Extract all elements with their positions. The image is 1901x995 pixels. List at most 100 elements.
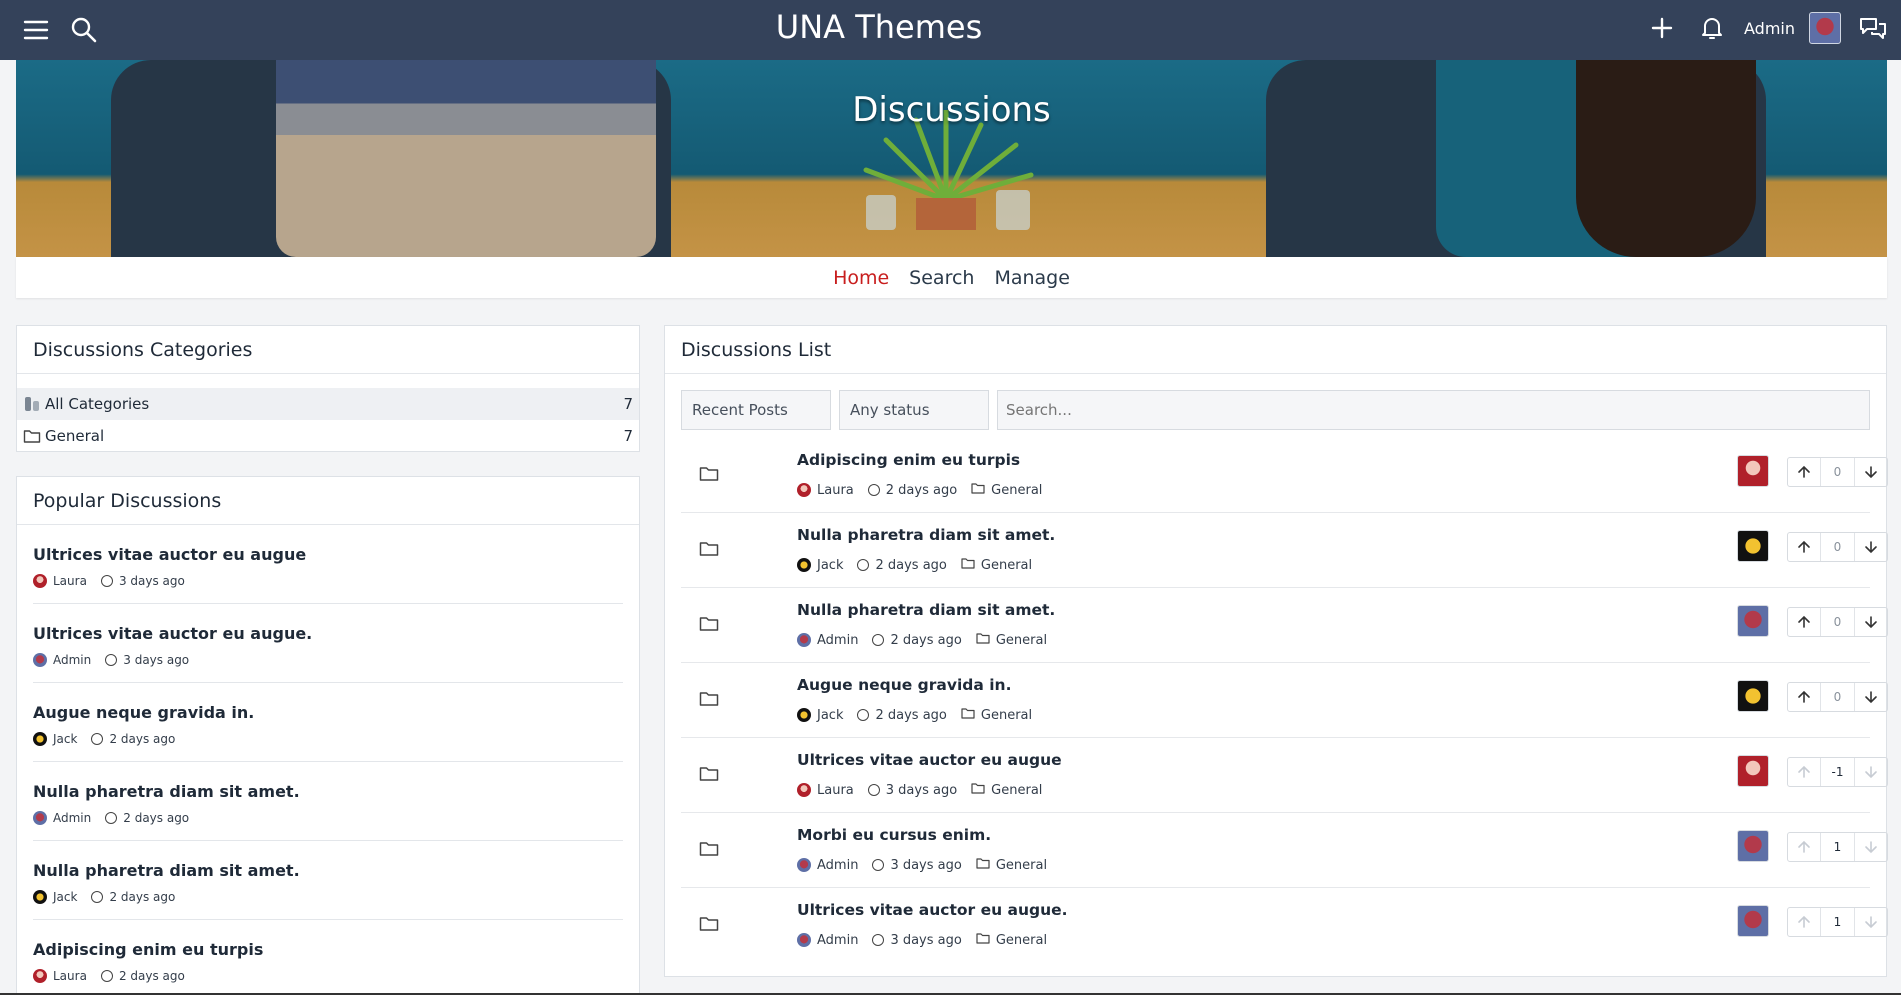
discussion-title[interactable]: Ultrices vitae auctor eu augue	[797, 751, 1062, 769]
author-name[interactable]: Admin	[53, 653, 91, 667]
status-select[interactable]: Any status	[839, 390, 989, 430]
popular-item-title[interactable]: Ultrices vitae auctor eu augue	[33, 545, 623, 564]
discussion-title[interactable]: Morbi eu cursus enim.	[797, 826, 991, 844]
author-name[interactable]: Jack	[817, 708, 843, 723]
post-time: 2 days ago	[890, 632, 962, 648]
author-avatar[interactable]	[33, 969, 47, 983]
category-all[interactable]: All Categories 7	[17, 388, 639, 420]
popular-item-title[interactable]: Adipiscing enim eu turpis	[33, 940, 623, 959]
discussion-title[interactable]: Nulla pharetra diam sit amet.	[797, 526, 1055, 544]
tab-manage[interactable]: Manage	[994, 267, 1069, 289]
clock-icon	[105, 812, 118, 824]
account-name[interactable]: Admin	[1744, 19, 1795, 38]
category-label: All Categories	[45, 395, 150, 413]
discussion-row[interactable]: Adipiscing enim eu turpis Laura 2 days ago…	[681, 438, 1888, 513]
category-link[interactable]: General	[991, 783, 1042, 798]
vote-down-button[interactable]	[1855, 458, 1887, 486]
discussion-title[interactable]: Augue neque gravida in.	[797, 676, 1011, 694]
author-avatar[interactable]	[797, 933, 811, 947]
bell-icon[interactable]	[1694, 10, 1730, 46]
author-avatar[interactable]	[797, 783, 811, 797]
discussion-row[interactable]: Nulla pharetra diam sit amet. Jack 2 days …	[681, 513, 1888, 588]
vote-up-button[interactable]	[1788, 758, 1820, 786]
popular-item[interactable]: Ultrices vitae auctor eu augue. Admin 3 da…	[33, 604, 623, 683]
popular-item[interactable]: Adipiscing enim eu turpis Laura 2 days ago	[33, 920, 623, 995]
site-title[interactable]: UNA Themes	[0, 8, 1758, 46]
discussion-row[interactable]: Augue neque gravida in. Jack 2 days ago Gen…	[681, 663, 1888, 738]
plus-icon[interactable]	[1644, 10, 1680, 46]
account-avatar[interactable]	[1809, 12, 1841, 44]
author-name[interactable]: Admin	[817, 858, 858, 873]
author-avatar-large[interactable]	[1737, 755, 1769, 787]
author-name[interactable]: Laura	[817, 483, 854, 498]
popular-item[interactable]: Nulla pharetra diam sit amet. Admin 2 days…	[33, 762, 623, 841]
author-avatar[interactable]	[33, 811, 47, 825]
category-link[interactable]: General	[991, 483, 1042, 498]
author-avatar-large[interactable]	[1737, 680, 1769, 712]
discussion-row[interactable]: Ultrices vitae auctor eu augue Laura 3 day…	[681, 738, 1888, 813]
discussion-title[interactable]: Adipiscing enim eu turpis	[797, 451, 1020, 469]
author-avatar[interactable]	[797, 483, 811, 497]
author-name[interactable]: Laura	[53, 574, 87, 588]
tab-home[interactable]: Home	[833, 267, 889, 289]
vote-down-button[interactable]	[1855, 533, 1887, 561]
chat-icon[interactable]	[1855, 10, 1891, 46]
author-avatar-large[interactable]	[1737, 455, 1769, 487]
author-name[interactable]: Admin	[53, 811, 91, 825]
author-avatar[interactable]	[33, 653, 47, 667]
author-avatar-large[interactable]	[1737, 905, 1769, 937]
popular-item[interactable]: Ultrices vitae auctor eu augue Laura 3 day…	[33, 525, 623, 604]
author-avatar[interactable]	[797, 858, 811, 872]
vote-down-button[interactable]	[1855, 758, 1887, 786]
category-link[interactable]: General	[981, 558, 1032, 573]
author-avatar[interactable]	[33, 574, 47, 588]
category-count: 7	[623, 427, 633, 445]
category-link[interactable]: General	[996, 858, 1047, 873]
discussion-title[interactable]: Ultrices vitae auctor eu augue.	[797, 901, 1068, 919]
vote-up-button[interactable]	[1788, 608, 1820, 636]
discussion-row[interactable]: Morbi eu cursus enim. Admin 3 days ago Gene…	[681, 813, 1888, 888]
popular-item-title[interactable]: Nulla pharetra diam sit amet.	[33, 861, 623, 880]
author-name[interactable]: Jack	[53, 890, 77, 904]
tab-search[interactable]: Search	[909, 267, 974, 289]
popular-item[interactable]: Augue neque gravida in. Jack 2 days ago	[33, 683, 623, 762]
author-name[interactable]: Jack	[53, 732, 77, 746]
author-avatar-large[interactable]	[1737, 830, 1769, 862]
category-link[interactable]: General	[996, 633, 1047, 648]
author-avatar[interactable]	[797, 708, 811, 722]
discussion-row[interactable]: Nulla pharetra diam sit amet. Admin 2 days…	[681, 588, 1888, 663]
vote-down-button[interactable]	[1855, 683, 1887, 711]
popular-item-title[interactable]: Nulla pharetra diam sit amet.	[33, 782, 623, 801]
vote-down-button[interactable]	[1855, 908, 1887, 936]
popular-item-title[interactable]: Augue neque gravida in.	[33, 703, 623, 722]
author-avatar[interactable]	[797, 558, 811, 572]
popular-item[interactable]: Nulla pharetra diam sit amet. Jack 2 days …	[33, 841, 623, 920]
author-avatar-large[interactable]	[1737, 605, 1769, 637]
author-name[interactable]: Admin	[817, 633, 858, 648]
vote-down-button[interactable]	[1855, 833, 1887, 861]
author-avatar[interactable]	[33, 732, 47, 746]
clock-icon	[100, 575, 113, 587]
sort-select[interactable]: Recent Posts	[681, 390, 831, 430]
popular-item-title[interactable]: Ultrices vitae auctor eu augue.	[33, 624, 623, 643]
author-avatar-large[interactable]	[1737, 530, 1769, 562]
discussion-row[interactable]: Ultrices vitae auctor eu augue. Admin 3 da…	[681, 888, 1888, 963]
vote-down-button[interactable]	[1855, 608, 1887, 636]
search-input[interactable]	[997, 390, 1870, 430]
vote-up-button[interactable]	[1788, 833, 1820, 861]
author-name[interactable]: Admin	[817, 933, 858, 948]
author-name[interactable]: Laura	[53, 969, 87, 983]
author-avatar[interactable]	[33, 890, 47, 904]
vote-up-button[interactable]	[1788, 533, 1820, 561]
discussion-title[interactable]: Nulla pharetra diam sit amet.	[797, 601, 1055, 619]
author-name[interactable]: Laura	[817, 783, 854, 798]
category-general[interactable]: General 7	[17, 420, 639, 452]
vote-up-button[interactable]	[1788, 458, 1820, 486]
vote-up-button[interactable]	[1788, 908, 1820, 936]
category-link[interactable]: General	[981, 708, 1032, 723]
vote-up-button[interactable]	[1788, 683, 1820, 711]
author-avatar[interactable]	[797, 633, 811, 647]
category-link[interactable]: General	[996, 933, 1047, 948]
popular-item-meta: Admin 2 days ago	[33, 811, 623, 825]
author-name[interactable]: Jack	[817, 558, 843, 573]
